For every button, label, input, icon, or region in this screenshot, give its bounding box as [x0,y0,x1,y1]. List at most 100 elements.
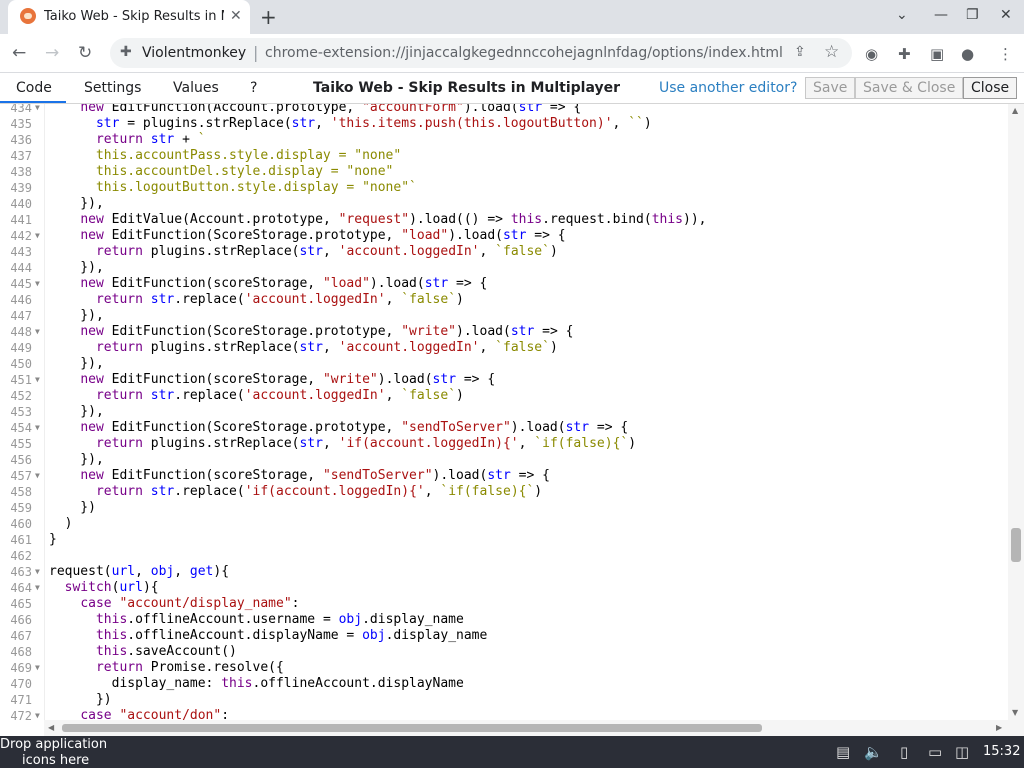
share-icon[interactable]: ⇪ [794,44,806,60]
code-editor[interactable]: 434 ▼ new EditFunction(Account.prototype,… [0,104,1008,720]
code-line[interactable]: 463 ▼ request(url, obj, get){ [0,564,1008,580]
launcher-drop-area[interactable]: Drop application icons here [0,737,120,769]
code-line[interactable]: 446 return str.replace('account.loggedIn… [0,292,1008,308]
code-line[interactable]: 460 ) [0,516,1008,532]
code-line[interactable]: 469 ▼ return Promise.resolve({ [0,660,1008,676]
code-line[interactable]: 456 }), [0,452,1008,468]
display-icon[interactable]: ▭ [928,743,942,761]
code-line[interactable]: 453 }), [0,404,1008,420]
code-line[interactable]: 470 display_name: this.offlineAccount.di… [0,676,1008,692]
code-line[interactable]: 447 }), [0,308,1008,324]
code-line[interactable]: 445 ▼ new EditFunction(scoreStorage, "loa… [0,276,1008,292]
browser-menu-icon[interactable]: ⋮ [998,45,1013,63]
code-line[interactable]: 455 return plugins.strReplace(str, 'if(a… [0,436,1008,452]
minimize-window-icon[interactable]: — [934,7,948,23]
side-panel-icon[interactable]: ▣ [930,45,944,63]
browser-tab[interactable]: Taiko Web - Skip Results in Multiplayer … [8,0,250,34]
fold-arrow-icon[interactable]: ▼ [35,564,40,580]
back-icon[interactable]: ← [12,43,26,63]
scroll-up-arrow-icon[interactable]: ▲ [1012,106,1018,115]
drop-area-line-1: Drop application [0,737,108,752]
code-line[interactable]: 461} [0,532,1008,548]
code-line[interactable]: 452 return str.replace('account.loggedIn… [0,388,1008,404]
code-line[interactable]: 437 this.accountPass.style.display = "no… [0,148,1008,164]
code-line[interactable]: 471 }) [0,692,1008,708]
profile-avatar-icon[interactable]: ● [961,45,974,63]
vertical-scrollbar[interactable]: ▲ ▼ [1008,104,1024,720]
code-line[interactable]: 458 return str.replace('if(account.logge… [0,484,1008,500]
bookmark-star-icon[interactable]: ☆ [824,42,839,62]
fold-arrow-icon[interactable]: ▼ [35,660,40,676]
new-tab-button[interactable]: + [260,5,277,29]
reload-icon[interactable]: ↻ [78,43,92,63]
forward-icon[interactable]: → [45,43,59,63]
fold-arrow-icon[interactable]: ▼ [35,324,40,340]
scroll-down-arrow-icon[interactable]: ▼ [1012,708,1018,717]
scroll-left-arrow-icon[interactable]: ◀ [48,723,54,732]
files-icon[interactable]: ▯ [900,743,908,761]
line-number: 471 [10,693,32,707]
line-number: 456 [10,453,32,467]
tab-search-chevron-icon[interactable]: ⌄ [896,7,908,23]
code-line[interactable]: 443 return plugins.strReplace(str, 'acco… [0,244,1008,260]
code-line[interactable]: 440 }), [0,196,1008,212]
tab-values[interactable]: Values [173,80,219,96]
save-close-button[interactable]: Save & Close [855,77,964,99]
code-line[interactable]: 465 case "account/display_name": [0,596,1008,612]
use-another-editor-link[interactable]: Use another editor? [659,80,797,96]
fold-arrow-icon[interactable]: ▼ [35,228,40,244]
violentmonkey-extension-icon[interactable]: ◉ [865,45,878,63]
code-line[interactable]: 459 }) [0,500,1008,516]
clipboard-icon[interactable]: ▤ [836,743,850,761]
scroll-right-arrow-icon[interactable]: ▶ [996,723,1002,732]
code-line[interactable]: 449 return plugins.strReplace(str, 'acco… [0,340,1008,356]
code-line[interactable]: 441 new EditValue(Account.prototype, "re… [0,212,1008,228]
tab-close-icon[interactable]: ✕ [230,8,242,24]
code-line[interactable]: 450 }), [0,356,1008,372]
code-line[interactable]: 454 ▼ new EditFunction(ScoreStorage.proto… [0,420,1008,436]
fold-arrow-icon[interactable]: ▼ [35,420,40,436]
code-text: new EditFunction(ScoreStorage.prototype,… [80,228,566,243]
horizontal-scrollbar[interactable]: ◀ ▶ [44,720,1008,736]
fold-arrow-icon[interactable]: ▼ [35,276,40,292]
code-line[interactable]: 467 this.offlineAccount.displayName = ob… [0,628,1008,644]
fold-arrow-icon[interactable]: ▼ [35,468,40,484]
save-button[interactable]: Save [805,77,856,99]
code-line[interactable]: 466 this.offlineAccount.username = obj.d… [0,612,1008,628]
code-line[interactable]: 435 str = plugins.strReplace(str, 'this.… [0,116,1008,132]
code-line[interactable]: 438 this.accountDel.style.display = "non… [0,164,1008,180]
notification-icon[interactable]: ◫ [955,743,969,761]
fold-arrow-icon[interactable]: ▼ [35,372,40,388]
line-number: 444 [10,261,32,275]
fold-arrow-icon[interactable]: ▼ [35,580,40,596]
fold-arrow-icon[interactable]: ▼ [35,708,40,720]
horizontal-scroll-thumb[interactable] [62,724,762,732]
volume-icon[interactable]: 🔈 [864,743,883,761]
code-line[interactable]: 451 ▼ new EditFunction(scoreStorage, "wri… [0,372,1008,388]
address-bar[interactable]: ✚ Violentmonkey | chrome-extension://jin… [110,38,852,68]
code-line[interactable]: 434 ▼ new EditFunction(Account.prototype,… [0,104,1008,116]
code-line[interactable]: 448 ▼ new EditFunction(ScoreStorage.proto… [0,324,1008,340]
code-line[interactable]: 436 return str + ` [0,132,1008,148]
close-button[interactable]: Close [963,77,1018,99]
code-line[interactable]: 439 this.logoutButton.style.display = "n… [0,180,1008,196]
close-window-icon[interactable]: ✕ [1000,7,1012,23]
extensions-puzzle-icon[interactable]: ✚ [898,45,911,63]
code-line[interactable]: 468 this.saveAccount() [0,644,1008,660]
code-line[interactable]: 472 ▼ case "account/don": [0,708,1008,720]
drop-area-line-2: icons here [22,753,90,768]
vertical-scroll-thumb[interactable] [1011,528,1021,562]
tab-title: Taiko Web - Skip Results in Multiplayer [44,9,224,24]
url-text[interactable]: chrome-extension://jinjaccalgkegednnccoh… [265,45,785,61]
tab-settings[interactable]: Settings [84,80,141,96]
code-line[interactable]: 442 ▼ new EditFunction(ScoreStorage.proto… [0,228,1008,244]
maximize-window-icon[interactable]: ❐ [966,7,979,23]
code-line[interactable]: 462 [0,548,1008,564]
line-number: 460 [10,517,32,531]
code-line[interactable]: 464 ▼ switch(url){ [0,580,1008,596]
fold-arrow-icon[interactable]: ▼ [35,104,40,116]
code-line[interactable]: 444 }), [0,260,1008,276]
tab-help[interactable]: ? [250,80,257,96]
tab-code[interactable]: Code [0,73,66,103]
code-line[interactable]: 457 ▼ new EditFunction(scoreStorage, "sen… [0,468,1008,484]
